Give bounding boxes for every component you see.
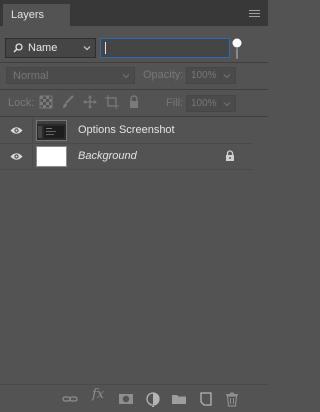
- filter-kind-select[interactable]: Name: [5, 38, 96, 58]
- divider: [0, 62, 268, 63]
- layer-row[interactable]: Background: [0, 144, 252, 170]
- opacity-field[interactable]: 100%: [186, 67, 236, 84]
- lock-all-icon[interactable]: [127, 95, 141, 109]
- eye-icon: [10, 153, 23, 160]
- filter-name-input[interactable]: [100, 38, 230, 58]
- new-layer-icon[interactable]: [198, 391, 214, 407]
- fill-field[interactable]: 100%: [186, 95, 236, 112]
- chevron-down-icon: [122, 74, 130, 79]
- add-mask-icon[interactable]: [118, 391, 134, 407]
- lock-image-pixels-brush-icon[interactable]: [61, 95, 75, 109]
- panel-bottom-bar: [0, 384, 268, 412]
- scrollbar-track: [252, 118, 268, 384]
- filter-toggle-switch[interactable]: [231, 38, 243, 60]
- tab-layers[interactable]: Layers: [3, 4, 70, 26]
- filter-kind-label: Name: [28, 42, 58, 54]
- fill-label: Fill:: [166, 97, 184, 109]
- delete-layer-icon[interactable]: [224, 391, 240, 407]
- layer-name[interactable]: Options Screenshot: [78, 124, 175, 136]
- divider: [0, 116, 268, 117]
- new-group-icon[interactable]: [171, 391, 187, 407]
- visibility-toggle[interactable]: [0, 118, 33, 143]
- divider: [0, 89, 268, 90]
- lock-artboard-icon[interactable]: [105, 95, 119, 109]
- adjustment-layer-icon[interactable]: [145, 391, 161, 407]
- layer-row[interactable]: Options Screenshot: [0, 118, 252, 144]
- eye-icon: [10, 127, 23, 134]
- fx-icon[interactable]: fx: [92, 387, 104, 402]
- chevron-down-icon: [223, 102, 231, 107]
- chevron-down-icon: [83, 46, 91, 51]
- layer-thumbnail: [36, 120, 67, 141]
- lock-icon: [226, 150, 234, 161]
- lock-transparent-pixels-icon[interactable]: [39, 95, 53, 109]
- chevron-down-icon: [223, 74, 231, 79]
- blend-mode-select[interactable]: Normal: [6, 67, 135, 84]
- tab-layers-label: Layers: [11, 9, 45, 21]
- lock-position-move-icon[interactable]: [83, 95, 97, 109]
- blend-mode-value: Normal: [13, 69, 49, 82]
- layer-name[interactable]: Background: [78, 150, 137, 162]
- text-caret: [105, 42, 106, 54]
- search-icon: [13, 43, 23, 53]
- visibility-toggle[interactable]: [0, 144, 33, 169]
- lock-label: Lock:: [8, 97, 35, 109]
- panel-menu-icon[interactable]: [249, 10, 260, 18]
- opacity-label: Opacity:: [143, 69, 184, 81]
- layer-thumbnail: [36, 146, 67, 167]
- filter-row: Name: [5, 37, 263, 59]
- link-layers-icon[interactable]: [62, 391, 78, 407]
- panel-tab-bar: Layers: [0, 0, 268, 26]
